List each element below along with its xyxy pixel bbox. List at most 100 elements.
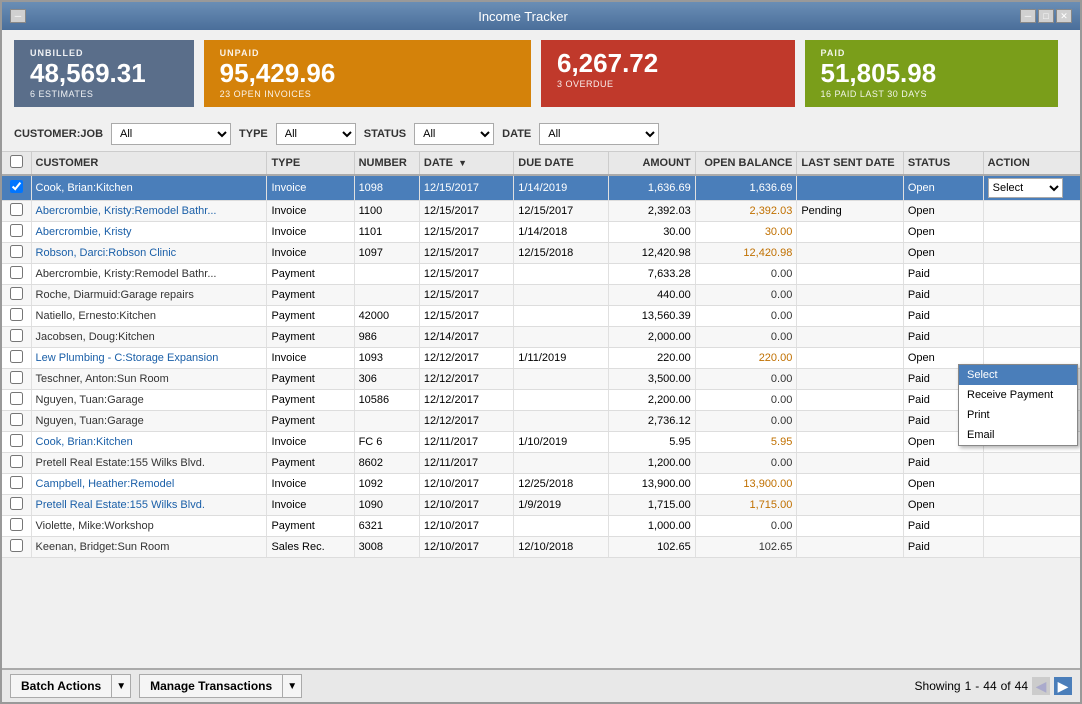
row-action-cell — [983, 285, 1080, 306]
row-checkbox[interactable] — [10, 287, 23, 300]
header-number[interactable]: NUMBER — [354, 152, 419, 175]
unbilled-card[interactable]: UNBILLED 48,569.31 6 ESTIMATES — [14, 40, 194, 107]
row-customer[interactable]: Jacobsen, Doug:Kitchen — [31, 327, 267, 348]
row-number: 1097 — [354, 243, 419, 264]
unpaid-sub: 23 OPEN INVOICES — [220, 89, 515, 99]
row-date: 12/10/2017 — [419, 516, 513, 537]
row-action-cell — [983, 327, 1080, 348]
header-due-date[interactable]: DUE DATE — [514, 152, 608, 175]
row-checkbox[interactable] — [10, 434, 23, 447]
header-type[interactable]: TYPE — [267, 152, 354, 175]
row-number: 1092 — [354, 474, 419, 495]
row-action-cell — [983, 264, 1080, 285]
row-type: Payment — [267, 306, 354, 327]
batch-actions-button[interactable]: Batch Actions ▼ — [10, 674, 131, 698]
row-customer[interactable]: Lew Plumbing - C:Storage Expansion — [31, 348, 267, 369]
table-row: Jacobsen, Doug:Kitchen Payment 986 12/14… — [2, 327, 1080, 348]
row-open-balance: 102.65 — [695, 537, 797, 558]
row-customer[interactable]: Pretell Real Estate:155 Wilks Blvd. — [31, 453, 267, 474]
row-customer[interactable]: Abercrombie, Kristy:Remodel Bathr... — [31, 264, 267, 285]
row-action-cell — [983, 243, 1080, 264]
batch-actions-label: Batch Actions — [11, 675, 112, 697]
header-open-balance[interactable]: OPEN BALANCE — [695, 152, 797, 175]
unbilled-amount: 48,569.31 — [30, 58, 178, 89]
row-checkbox[interactable] — [10, 329, 23, 342]
row-amount: 7,633.28 — [608, 264, 695, 285]
dropdown-option-select[interactable]: Select — [959, 365, 1077, 385]
row-checkbox[interactable] — [10, 413, 23, 426]
header-date[interactable]: DATE ▼ — [419, 152, 513, 175]
row-checkbox-cell — [2, 495, 31, 516]
row-checkbox[interactable] — [10, 245, 23, 258]
row-due-date: 12/15/2018 — [514, 243, 608, 264]
table-container: CUSTOMER TYPE NUMBER DATE ▼ DUE DATE AMO… — [2, 152, 1080, 668]
row-action-select[interactable]: Select — [988, 178, 1063, 198]
row-customer[interactable]: Natiello, Ernesto:Kitchen — [31, 306, 267, 327]
table-row: Lew Plumbing - C:Storage Expansion Invoi… — [2, 348, 1080, 369]
row-customer[interactable]: Cook, Brian:Kitchen — [31, 175, 267, 201]
overdue-card[interactable]: 6,267.72 3 OVERDUE — [541, 40, 795, 107]
window-minimize-btn[interactable]: ─ — [10, 9, 26, 23]
row-checkbox[interactable] — [10, 497, 23, 510]
row-customer[interactable]: Nguyen, Tuan:Garage — [31, 411, 267, 432]
row-date: 12/15/2017 — [419, 243, 513, 264]
row-checkbox[interactable] — [10, 518, 23, 531]
next-page-button[interactable]: ▶ — [1054, 677, 1072, 695]
dropdown-option-print[interactable]: Print — [959, 405, 1077, 425]
customer-job-select[interactable]: All — [111, 123, 231, 145]
status-select[interactable]: All — [414, 123, 494, 145]
header-amount[interactable]: AMOUNT — [608, 152, 695, 175]
manage-transactions-button[interactable]: Manage Transactions ▼ — [139, 674, 302, 698]
row-customer[interactable]: Keenan, Bridget:Sun Room — [31, 537, 267, 558]
transactions-table: CUSTOMER TYPE NUMBER DATE ▼ DUE DATE AMO… — [2, 152, 1080, 558]
header-customer[interactable]: CUSTOMER — [31, 152, 267, 175]
row-customer[interactable]: Campbell, Heather:Remodel — [31, 474, 267, 495]
row-customer[interactable]: Roche, Diarmuid:Garage repairs — [31, 285, 267, 306]
row-type: Invoice — [267, 222, 354, 243]
row-customer[interactable]: Abercrombie, Kristy:Remodel Bathr... — [31, 201, 267, 222]
row-open-balance: 0.00 — [695, 306, 797, 327]
prev-page-button[interactable]: ◀ — [1032, 677, 1050, 695]
row-customer[interactable]: Robson, Darci:Robson Clinic — [31, 243, 267, 264]
window-restore-button[interactable]: □ — [1038, 9, 1054, 23]
type-select[interactable]: All — [276, 123, 356, 145]
row-customer[interactable]: Violette, Mike:Workshop — [31, 516, 267, 537]
select-all-checkbox[interactable] — [10, 155, 23, 168]
row-checkbox[interactable] — [10, 203, 23, 216]
row-date: 12/12/2017 — [419, 369, 513, 390]
batch-actions-arrow-icon[interactable]: ▼ — [112, 675, 130, 697]
row-amount: 2,736.12 — [608, 411, 695, 432]
row-checkbox[interactable] — [10, 455, 23, 468]
row-customer[interactable]: Teschner, Anton:Sun Room — [31, 369, 267, 390]
window-close-button[interactable]: ✕ — [1056, 9, 1072, 23]
row-checkbox[interactable] — [10, 224, 23, 237]
row-customer[interactable]: Abercrombie, Kristy — [31, 222, 267, 243]
row-checkbox[interactable] — [10, 308, 23, 321]
row-customer[interactable]: Pretell Real Estate:155 Wilks Blvd. — [31, 495, 267, 516]
date-select[interactable]: All — [539, 123, 659, 145]
row-checkbox[interactable] — [10, 180, 23, 193]
header-checkbox[interactable] — [2, 152, 31, 175]
row-checkbox[interactable] — [10, 392, 23, 405]
row-checkbox-cell — [2, 306, 31, 327]
unbilled-sub: 6 ESTIMATES — [30, 89, 178, 99]
row-open-balance: 0.00 — [695, 369, 797, 390]
header-status[interactable]: STATUS — [903, 152, 983, 175]
row-checkbox-cell — [2, 175, 31, 201]
row-customer[interactable]: Nguyen, Tuan:Garage — [31, 390, 267, 411]
table-scroll[interactable]: CUSTOMER TYPE NUMBER DATE ▼ DUE DATE AMO… — [2, 152, 1080, 668]
dropdown-option-email[interactable]: Email — [959, 425, 1077, 445]
row-checkbox[interactable] — [10, 371, 23, 384]
manage-transactions-arrow-icon[interactable]: ▼ — [283, 675, 301, 697]
row-last-sent — [797, 327, 903, 348]
row-checkbox[interactable] — [10, 350, 23, 363]
paid-card[interactable]: PAID 51,805.98 16 PAID LAST 30 DAYS — [805, 40, 1059, 107]
row-checkbox[interactable] — [10, 476, 23, 489]
header-last-sent[interactable]: LAST SENT DATE — [797, 152, 903, 175]
window-minimize-button[interactable]: ─ — [1020, 9, 1036, 23]
row-customer[interactable]: Cook, Brian:Kitchen — [31, 432, 267, 453]
unpaid-card[interactable]: UNPAID 95,429.96 23 OPEN INVOICES — [204, 40, 531, 107]
dropdown-option-receive-payment[interactable]: Receive Payment — [959, 385, 1077, 405]
row-checkbox[interactable] — [10, 539, 23, 552]
row-checkbox[interactable] — [10, 266, 23, 279]
